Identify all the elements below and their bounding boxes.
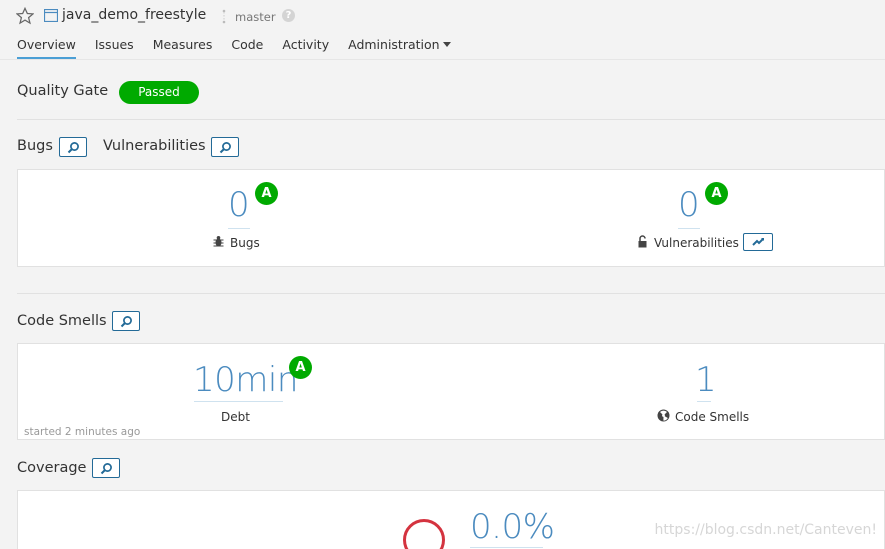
bugs-vulnerabilities-card: 0 A Bugs 0 A Vulnerabilities xyxy=(17,169,885,267)
vulnerabilities-section-title: Vulnerabilities xyxy=(103,138,206,154)
code-smells-card: 10min A Debt 1 Code Smells started 2 min… xyxy=(17,343,885,440)
project-icon xyxy=(44,9,58,22)
coverage-card: 0.0% xyxy=(17,490,885,549)
vulnerabilities-value[interactable]: 0 xyxy=(678,185,700,225)
project-header: java_demo_freestyle master ? Overview Is… xyxy=(0,0,885,60)
code-smells-drilldown-button[interactable] xyxy=(112,311,140,331)
code-smells-section-title: Code Smells xyxy=(17,313,107,329)
tab-code[interactable]: Code xyxy=(231,37,263,59)
debt-rating-badge[interactable]: A xyxy=(289,356,312,379)
bugs-value-underline xyxy=(228,228,250,229)
trend-chart-icon xyxy=(752,238,764,246)
bugs-rating-badge[interactable]: A xyxy=(255,182,278,205)
coverage-value-underline xyxy=(470,547,543,548)
watermark: https://blog.csdn.net/Canteven! xyxy=(654,522,877,538)
tab-administration-label: Administration xyxy=(348,37,440,52)
code-smells-label[interactable]: Code Smells xyxy=(675,410,749,424)
code-smells-value-underline xyxy=(697,401,711,402)
quality-gate-status-badge: Passed xyxy=(119,81,199,104)
tab-measures[interactable]: Measures xyxy=(153,37,213,59)
coverage-value[interactable]: 0.0% xyxy=(470,507,555,547)
tab-administration[interactable]: Administration xyxy=(348,37,451,59)
branch-icon xyxy=(222,9,226,24)
vulnerabilities-value-underline xyxy=(678,228,700,229)
search-icon xyxy=(219,142,231,154)
help-icon[interactable]: ? xyxy=(282,9,295,22)
divider xyxy=(17,293,885,294)
tab-issues[interactable]: Issues xyxy=(95,37,134,59)
coverage-section-title: Coverage xyxy=(17,460,87,476)
bugs-drilldown-button[interactable] xyxy=(59,137,87,157)
branch-name[interactable]: master xyxy=(235,10,276,24)
vulnerabilities-rating-badge[interactable]: A xyxy=(705,182,728,205)
tab-activity[interactable]: Activity xyxy=(282,37,329,59)
divider xyxy=(17,119,885,120)
bugs-label[interactable]: Bugs xyxy=(230,236,260,250)
code-smells-value[interactable]: 1 xyxy=(695,360,717,400)
search-icon xyxy=(67,142,79,154)
bug-icon xyxy=(213,236,224,247)
search-icon xyxy=(100,463,112,475)
tab-overview[interactable]: Overview xyxy=(17,37,76,59)
quality-gate-label: Quality Gate xyxy=(17,83,109,99)
chevron-down-icon xyxy=(442,42,451,47)
vulnerabilities-trend-button[interactable] xyxy=(743,233,773,251)
debt-value[interactable]: 10min xyxy=(193,360,298,400)
project-nav: Overview Issues Measures Code Activity A… xyxy=(17,37,470,59)
bugs-value[interactable]: 0 xyxy=(228,185,250,225)
bugs-section-title: Bugs xyxy=(17,138,53,154)
project-name[interactable]: java_demo_freestyle xyxy=(62,7,206,23)
radiation-icon xyxy=(657,409,670,422)
leak-period-started: started 2 minutes ago xyxy=(24,426,141,438)
debt-label[interactable]: Debt xyxy=(221,410,250,424)
coverage-drilldown-button[interactable] xyxy=(92,458,120,478)
search-icon xyxy=(120,316,132,328)
debt-value-underline xyxy=(194,401,283,402)
vulnerabilities-drilldown-button[interactable] xyxy=(211,137,239,157)
vulnerabilities-label[interactable]: Vulnerabilities xyxy=(654,236,739,250)
star-icon[interactable] xyxy=(16,7,34,25)
lock-icon xyxy=(638,235,647,248)
